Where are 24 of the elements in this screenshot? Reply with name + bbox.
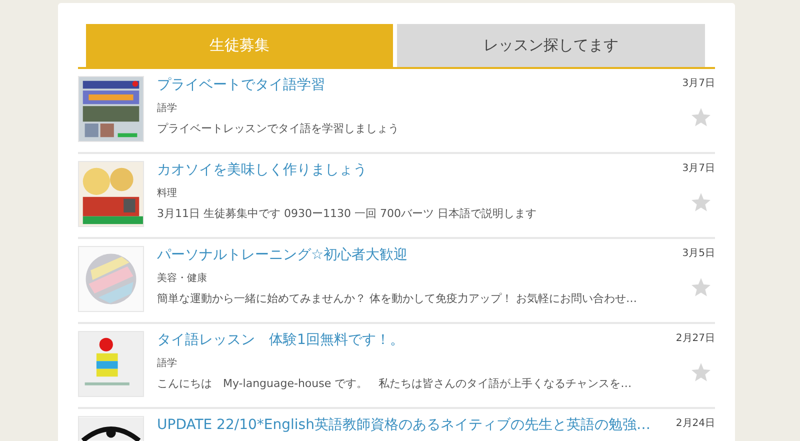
post-title[interactable]: プライベートでタイ語学習	[157, 76, 325, 94]
post-date: 2月27日	[676, 332, 715, 346]
post-description: 3月11日 生徒募集中です 0930ー1130 一回 700バーツ 日本語で説明します	[157, 206, 536, 221]
post-title[interactable]: UPDATE 22/10*English英語教師資格のあるネイティブの先生と英語の勉強…	[157, 416, 650, 434]
post-date: 3月7日	[682, 77, 715, 91]
category-label: 語学	[157, 357, 177, 371]
tab[interactable]: 生徒募集	[86, 24, 393, 67]
post-date: 2月24日	[676, 417, 715, 431]
star-icon[interactable]	[691, 193, 711, 212]
tab[interactable]: レッスン探してます	[397, 24, 705, 67]
post-date: 3月7日	[682, 162, 715, 176]
star-icon[interactable]	[691, 278, 711, 297]
post-date: 3月5日	[682, 247, 715, 261]
star-icon[interactable]	[691, 363, 711, 382]
post-description: こんにちは My-language-house です。 私たちは皆さんのタイ語が上手くなるチャンスを…	[157, 376, 632, 391]
post-title[interactable]: パーソナルトレーニング☆初心者大歓迎	[157, 246, 408, 264]
category-label: 料理	[157, 187, 177, 201]
category-label: 美容・健康	[157, 272, 207, 286]
post-description: 簡単な運動から一緒に始めてみませんか？ 体を動かして免疫力アップ！ お気軽にお問い合わせ…	[157, 291, 637, 306]
post-description: プライベートレッスンでタイ語を学習しましょう	[157, 121, 399, 136]
category-label: 語学	[157, 102, 177, 116]
post-title[interactable]: タイ語レッスン 体験1回無料です！。	[157, 331, 404, 349]
star-icon[interactable]	[691, 108, 711, 127]
post-title[interactable]: カオソイを美味しく作りましょう	[157, 161, 367, 179]
